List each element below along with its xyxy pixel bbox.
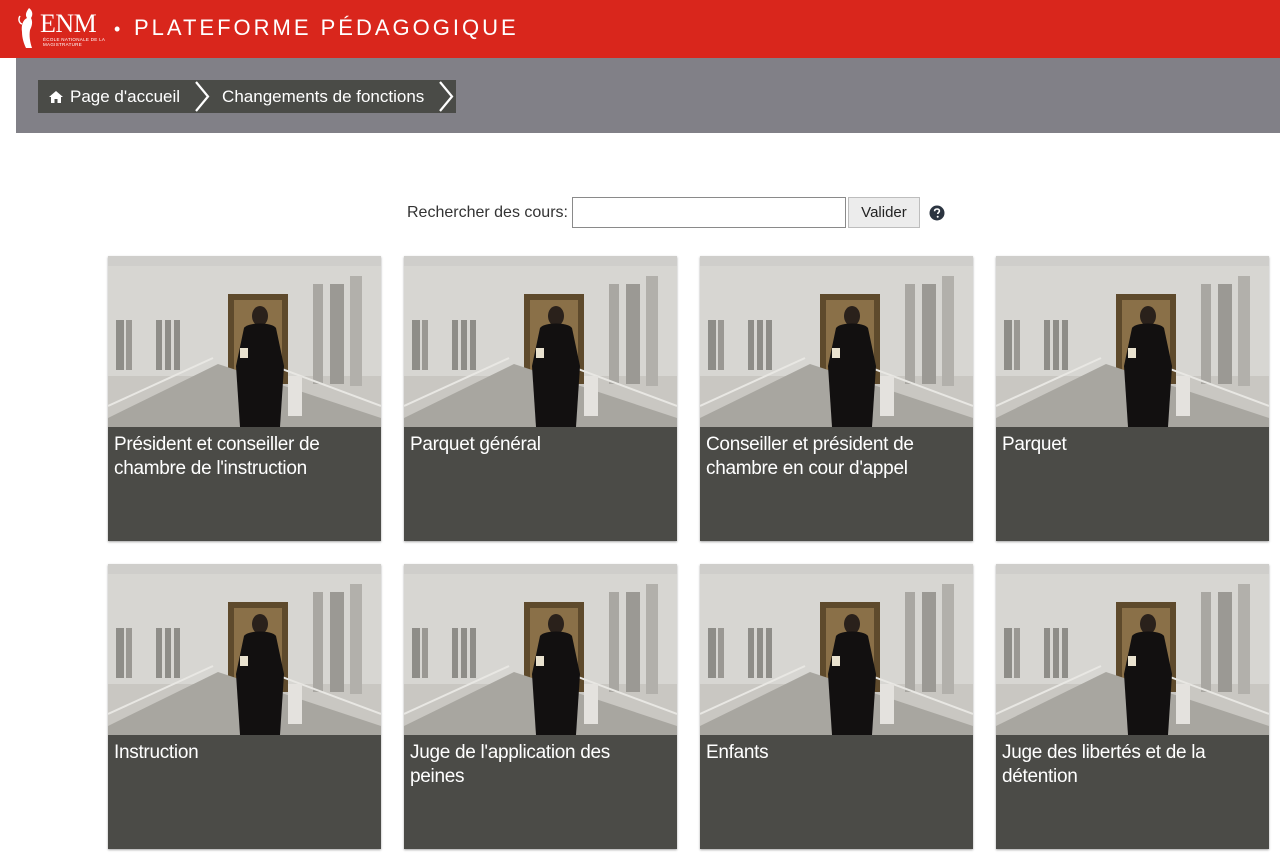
breadcrumb-home[interactable]: Page d'accueil	[38, 80, 190, 113]
question-circle-icon[interactable]	[929, 205, 945, 221]
course-title[interactable]: Parquet	[1002, 433, 1261, 457]
course-title[interactable]: Conseiller et président de chambre en co…	[706, 433, 965, 481]
course-card[interactable]: Juge des libertés et de la détention	[996, 564, 1269, 849]
course-card[interactable]: Conseiller et président de chambre en co…	[700, 256, 973, 541]
course-title[interactable]: Instruction	[114, 741, 373, 765]
course-title[interactable]: Président et conseiller de chambre de l'…	[114, 433, 373, 481]
breadcrumb-home-label: Page d'accueil	[70, 86, 181, 106]
course-card[interactable]: Parquet	[996, 256, 1269, 541]
course-card[interactable]: Parquet général	[404, 256, 677, 541]
breadcrumb: Page d'accueil Changements de fonctions	[38, 80, 457, 113]
course-search-form: Rechercher des cours: Valider	[407, 196, 945, 229]
course-image	[996, 256, 1269, 427]
course-card[interactable]: Président et conseiller de chambre de l'…	[108, 256, 381, 541]
course-image	[700, 564, 973, 735]
course-image	[996, 564, 1269, 735]
course-title[interactable]: Enfants	[706, 741, 965, 765]
course-grid: Président et conseiller de chambre de l'…	[108, 256, 1269, 849]
breadcrumb-current[interactable]: Changements de fonctions	[212, 80, 434, 113]
course-card[interactable]: Enfants	[700, 564, 973, 849]
search-submit-button[interactable]: Valider	[847, 197, 920, 228]
search-input[interactable]	[571, 197, 846, 228]
course-image	[108, 256, 381, 427]
top-header: ENM ÉCOLE NATIONALE DE LA MAGISTRATURE •…	[0, 0, 1280, 58]
course-image	[404, 256, 677, 427]
breadcrumb-current-label: Changements de fonctions	[222, 86, 425, 106]
course-card[interactable]: Juge de l'application des peines	[404, 564, 677, 849]
enm-logo[interactable]: ENM ÉCOLE NATIONALE DE LA MAGISTRATURE	[16, 6, 116, 50]
course-title[interactable]: Juge des libertés et de la détention	[1002, 741, 1261, 789]
course-card[interactable]: Instruction	[108, 564, 381, 849]
chevron-right-icon	[434, 80, 456, 113]
logo-figure-icon	[18, 8, 33, 48]
logo-text: ENM	[40, 9, 97, 38]
course-title[interactable]: Parquet général	[410, 433, 669, 457]
home-icon	[48, 90, 64, 104]
brand-separator: •	[114, 19, 121, 39]
course-image	[700, 256, 973, 427]
course-title[interactable]: Juge de l'application des peines	[410, 741, 669, 789]
site-title[interactable]: PLATEFORME PÉDAGOGIQUE	[134, 15, 519, 41]
search-label: Rechercher des cours:	[407, 203, 568, 221]
course-image	[108, 564, 381, 735]
course-image	[404, 564, 677, 735]
chevron-right-icon	[190, 80, 212, 113]
logo-subtext: ÉCOLE NATIONALE DE LA MAGISTRATURE	[43, 37, 105, 47]
